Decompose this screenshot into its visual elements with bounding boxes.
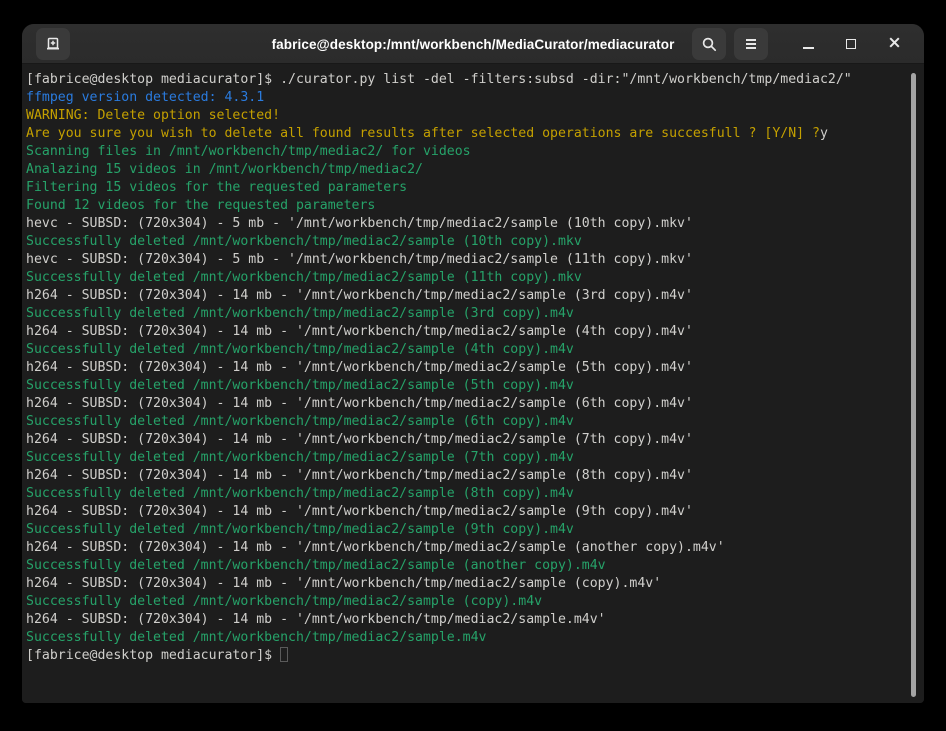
terminal-line: WARNING: Delete option selected! <box>26 107 924 125</box>
terminal-line: Successfully deleted /mnt/workbench/tmp/… <box>26 233 924 251</box>
terminal-cursor <box>280 647 288 662</box>
terminal-line: Scanning files in /mnt/workbench/tmp/med… <box>26 143 924 161</box>
terminal-line: Successfully deleted /mnt/workbench/tmp/… <box>26 521 924 539</box>
minimize-icon <box>803 47 814 49</box>
terminal-line: Are you sure you wish to delete all foun… <box>26 125 924 143</box>
terminal-screen[interactable]: [fabrice@desktop mediacurator]$ ./curato… <box>22 65 924 703</box>
terminal-line: h264 - SUBSD: (720x304) - 14 mb - '/mnt/… <box>26 359 924 377</box>
terminal-line: Analazing 15 videos in /mnt/workbench/tm… <box>26 161 924 179</box>
terminal-line: Successfully deleted /mnt/workbench/tmp/… <box>26 449 924 467</box>
terminal-line: Successfully deleted /mnt/workbench/tmp/… <box>26 377 924 395</box>
new-tab-button[interactable] <box>36 28 70 60</box>
terminal-output: [fabrice@desktop mediacurator]$ ./curato… <box>26 71 924 665</box>
new-tab-icon <box>44 35 62 53</box>
terminal-line: h264 - SUBSD: (720x304) - 14 mb - '/mnt/… <box>26 575 924 593</box>
terminal-line: h264 - SUBSD: (720x304) - 14 mb - '/mnt/… <box>26 287 924 305</box>
window-title: fabrice@desktop:/mnt/workbench/MediaCura… <box>22 24 924 64</box>
terminal-line: h264 - SUBSD: (720x304) - 14 mb - '/mnt/… <box>26 539 924 557</box>
search-icon <box>701 36 718 53</box>
terminal-line: h264 - SUBSD: (720x304) - 14 mb - '/mnt/… <box>26 431 924 449</box>
close-icon <box>888 36 901 52</box>
terminal-line: hevc - SUBSD: (720x304) - 5 mb - '/mnt/w… <box>26 251 924 269</box>
terminal-line: Successfully deleted /mnt/workbench/tmp/… <box>26 629 924 647</box>
terminal-line: h264 - SUBSD: (720x304) - 14 mb - '/mnt/… <box>26 323 924 341</box>
menu-icon <box>744 38 758 50</box>
terminal-line: h264 - SUBSD: (720x304) - 14 mb - '/mnt/… <box>26 611 924 629</box>
minimize-button[interactable] <box>792 28 824 60</box>
titlebar[interactable]: fabrice@desktop:/mnt/workbench/MediaCura… <box>22 24 924 64</box>
terminal-line: Successfully deleted /mnt/workbench/tmp/… <box>26 305 924 323</box>
terminal-line: [fabrice@desktop mediacurator]$ ./curato… <box>26 71 924 89</box>
close-button[interactable] <box>878 28 910 60</box>
terminal-line: Successfully deleted /mnt/workbench/tmp/… <box>26 413 924 431</box>
terminal-window: fabrice@desktop:/mnt/workbench/MediaCura… <box>22 24 924 703</box>
terminal-line: Filtering 15 videos for the requested pa… <box>26 179 924 197</box>
terminal-line: Successfully deleted /mnt/workbench/tmp/… <box>26 341 924 359</box>
terminal-line: h264 - SUBSD: (720x304) - 14 mb - '/mnt/… <box>26 395 924 413</box>
scrollbar-track <box>909 71 918 699</box>
terminal-line: ffmpeg version detected: 4.3.1 <box>26 89 924 107</box>
maximize-icon <box>846 39 856 49</box>
terminal-line: Successfully deleted /mnt/workbench/tmp/… <box>26 269 924 287</box>
terminal-line: [fabrice@desktop mediacurator]$ <box>26 647 924 665</box>
terminal-line: Found 12 videos for the requested parame… <box>26 197 924 215</box>
terminal-line: h264 - SUBSD: (720x304) - 14 mb - '/mnt/… <box>26 467 924 485</box>
scrollbar-thumb[interactable] <box>911 73 916 697</box>
terminal-line: Successfully deleted /mnt/workbench/tmp/… <box>26 485 924 503</box>
maximize-button[interactable] <box>835 28 867 60</box>
terminal-line: h264 - SUBSD: (720x304) - 14 mb - '/mnt/… <box>26 503 924 521</box>
menu-button[interactable] <box>734 28 768 60</box>
search-button[interactable] <box>692 28 726 60</box>
terminal-line: Successfully deleted /mnt/workbench/tmp/… <box>26 593 924 611</box>
terminal-line: Successfully deleted /mnt/workbench/tmp/… <box>26 557 924 575</box>
terminal-line: hevc - SUBSD: (720x304) - 5 mb - '/mnt/w… <box>26 215 924 233</box>
